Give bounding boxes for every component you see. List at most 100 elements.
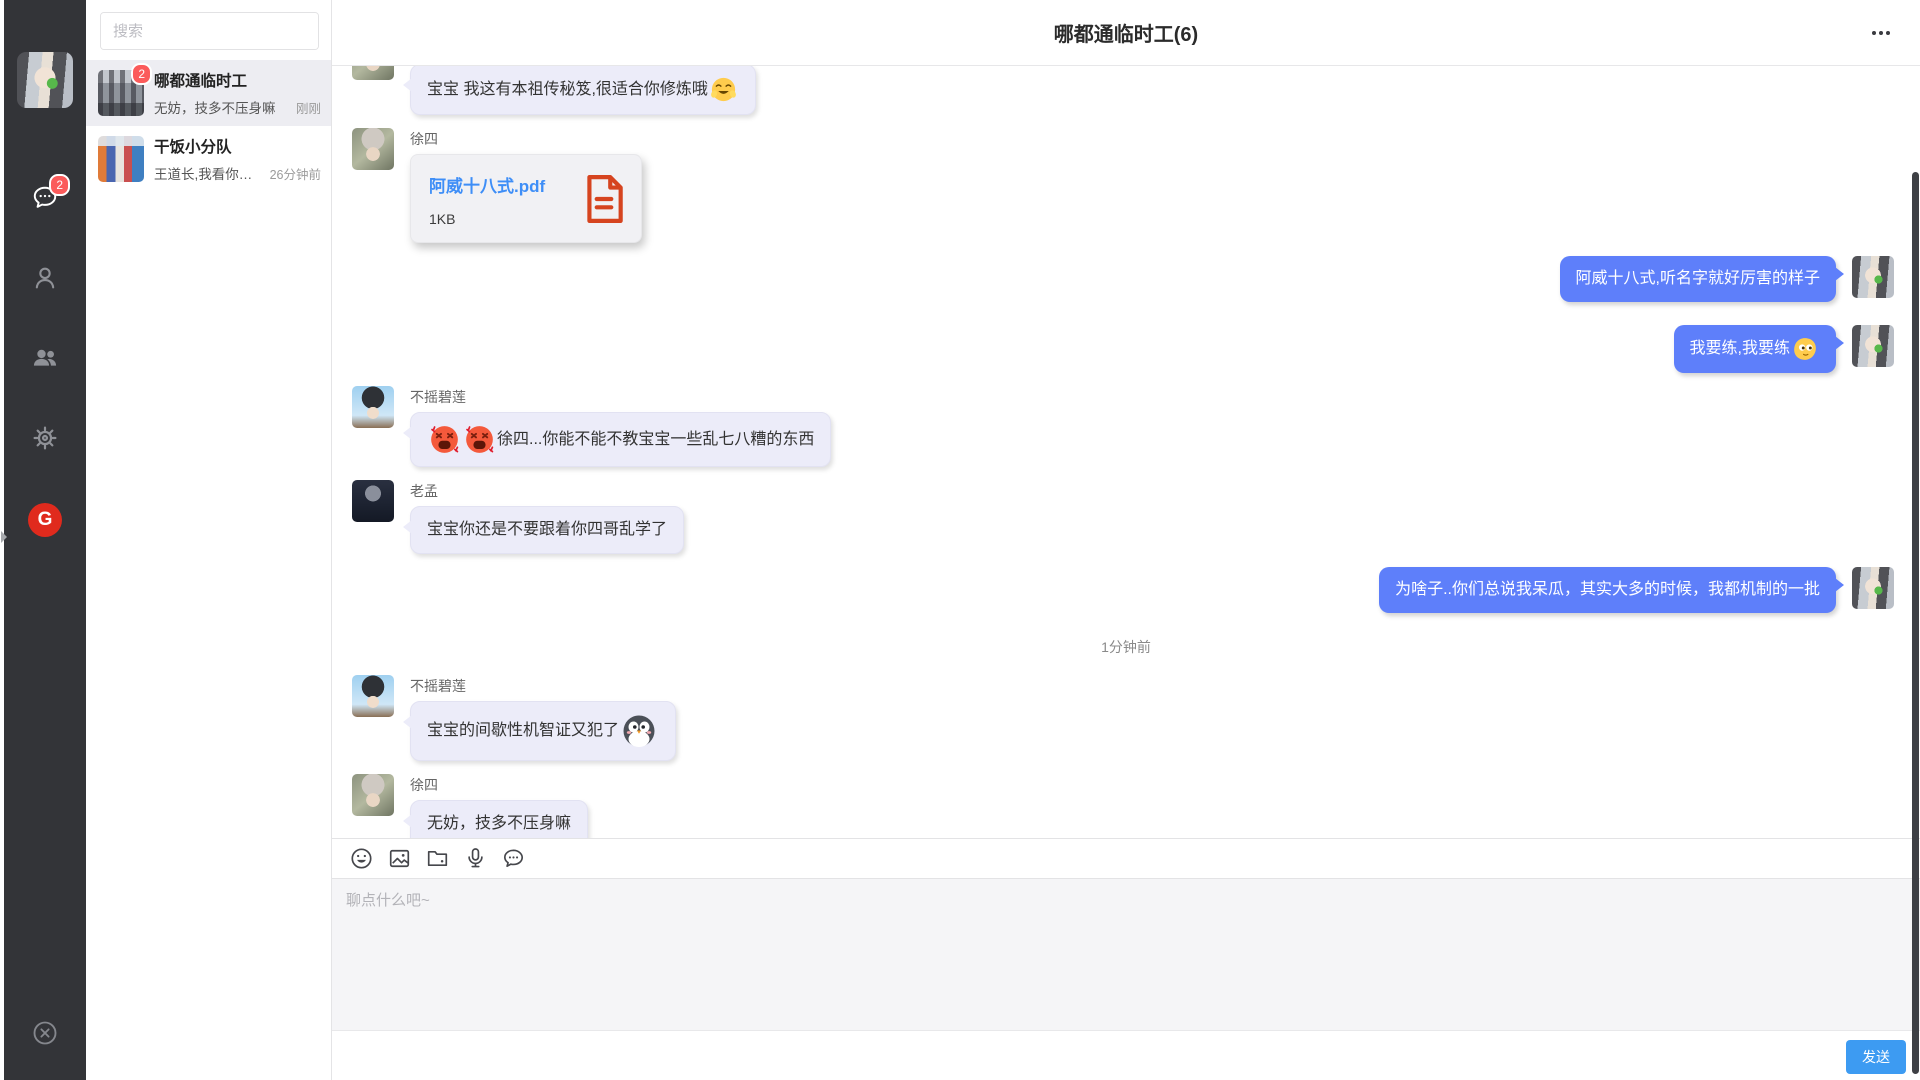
message-avatar[interactable]	[1852, 325, 1894, 367]
conversation-panel: 哪都通临时工(6) 宝宝 我这有本祖传秘笈,很适合你修炼哦 徐四阿威十八式.pd…	[332, 0, 1920, 1080]
message-content: 宝宝 我这有本祖传秘笈,很适合你修炼哦	[410, 66, 756, 115]
sender-name: 不摇碧莲	[410, 675, 676, 701]
message-row: 老孟宝宝你还是不要跟着你四哥乱学了	[332, 480, 1920, 554]
message-row: 宝宝 我这有本祖传秘笈,很适合你修炼哦	[332, 66, 1920, 115]
chat-history-icon[interactable]	[502, 847, 525, 870]
chat-avatar	[98, 136, 144, 182]
chat-list-item[interactable]: 干饭小分队王道长,我看你才… 26分钟前	[86, 126, 331, 192]
message-row: 我要练,我要练	[332, 325, 1920, 373]
g-logo-icon: G	[28, 503, 62, 537]
settings-gear-icon	[31, 424, 59, 457]
message-text: 我要练,我要练	[1690, 337, 1790, 361]
chat-list-item[interactable]: 2哪都通临时工无妨，技多不压身嘛刚刚	[86, 60, 331, 126]
sender-name: 老孟	[410, 480, 684, 506]
message-input[interactable]	[332, 879, 1920, 1030]
message-bubble: 无妨，技多不压身嘛	[410, 800, 588, 838]
message-avatar[interactable]	[352, 675, 394, 717]
message-content: 阿威十八式,听名字就好厉害的样子	[1560, 256, 1836, 302]
message-text: 宝宝你还是不要跟着你四哥乱学了	[427, 518, 667, 542]
message-bubble: 为啥子..你们总说我呆瓜，其实大多的时候，我都机制的一批	[1379, 567, 1836, 613]
unread-badge: 2	[131, 63, 152, 85]
emoji-smile-icon[interactable]	[350, 847, 373, 870]
message-bubble: 宝宝你还是不要跟着你四哥乱学了	[410, 506, 684, 554]
chat-title: 哪都通临时工	[154, 69, 321, 91]
app-window: 2G 2哪都通临时工无妨，技多不压身嘛刚刚干饭小分队王道长,我看你才…26分钟前…	[0, 0, 1920, 1080]
sidebar-item-groups-icon[interactable]	[4, 320, 86, 400]
message-content: 为啥子..你们总说我呆瓜，其实大多的时候，我都机制的一批	[1379, 567, 1836, 613]
sidebar-collapse-arrow[interactable]	[1, 531, 7, 543]
sidebar-nav: 2G	[4, 160, 86, 560]
message-avatar[interactable]	[1852, 567, 1894, 609]
sender-name: 不摇碧莲	[410, 386, 831, 412]
unread-badge: 2	[49, 174, 70, 196]
folder-icon[interactable]	[426, 847, 449, 870]
timestamp-divider: 1分钟前	[332, 637, 1920, 657]
conversation-title: 哪都通临时工(6)	[1054, 18, 1198, 47]
user-avatar[interactable]	[17, 52, 73, 108]
chat-list-panel: 2哪都通临时工无妨，技多不压身嘛刚刚干饭小分队王道长,我看你才…26分钟前	[86, 0, 332, 1080]
message-avatar[interactable]	[352, 480, 394, 522]
microphone-icon[interactable]	[464, 847, 487, 870]
close-circle-icon	[31, 1034, 59, 1051]
groups-icon	[31, 344, 59, 377]
hug-face	[710, 76, 737, 103]
search-bar	[100, 12, 319, 50]
message-text: 无妨，技多不压身嘛	[427, 812, 571, 836]
chat-time: 刚刚	[296, 98, 321, 117]
conversation-header: 哪都通临时工(6)	[332, 0, 1920, 66]
sender-name: 徐四	[410, 774, 588, 800]
contacts-icon	[31, 264, 59, 297]
sidebar-item-g-logo-icon[interactable]: G	[4, 480, 86, 560]
message-avatar[interactable]	[352, 386, 394, 428]
rage-face	[429, 424, 460, 455]
message-bubble: 宝宝的间歇性机智证又犯了	[410, 701, 676, 761]
message-text: 为啥子..你们总说我呆瓜，其实大多的时候，我都机制的一批	[1395, 578, 1820, 602]
sidebar-item-settings-gear-icon[interactable]	[4, 400, 86, 480]
message-text: 宝宝 我这有本祖传秘笈,很适合你修炼哦	[427, 78, 708, 102]
scrollbar-thumb[interactable]	[1912, 172, 1919, 1074]
message-row: 徐四无妨，技多不压身嘛	[332, 774, 1920, 838]
message-text: 徐四...你能不能不教宝宝一些乱七八糟的东西	[497, 428, 814, 452]
message-bubble: 我要练,我要练	[1674, 325, 1836, 373]
message-bubble: 宝宝 我这有本祖传秘笈,很适合你修炼哦	[410, 66, 756, 115]
sidebar: 2G	[4, 0, 86, 1080]
message-avatar[interactable]	[352, 66, 394, 80]
chat-preview: 无妨，技多不压身嘛	[154, 97, 290, 117]
message-avatar[interactable]	[1852, 256, 1894, 298]
chat-list: 2哪都通临时工无妨，技多不压身嘛刚刚干饭小分队王道长,我看你才…26分钟前	[86, 60, 331, 192]
message-row: 徐四阿威十八式.pdf1KB	[332, 128, 1920, 243]
message-content: 不摇碧莲宝宝的间歇性机智证又犯了	[410, 675, 676, 761]
message-row: 不摇碧莲 徐四...你能不能不教宝宝一些乱七八糟的东西	[332, 386, 1920, 467]
chat-title: 干饭小分队	[154, 135, 321, 157]
message-avatar[interactable]	[352, 774, 394, 816]
sidebar-item-contacts-icon[interactable]	[4, 240, 86, 320]
search-input[interactable]	[101, 13, 319, 49]
chat-preview: 王道长,我看你才…	[154, 163, 264, 183]
melting-face	[1792, 336, 1818, 362]
message-row: 阿威十八式,听名字就好厉害的样子	[332, 256, 1920, 302]
sender-name: 徐四	[410, 128, 642, 154]
sidebar-item-chat-bubble-icon[interactable]: 2	[4, 160, 86, 240]
pdf-file-icon	[583, 174, 625, 224]
rage-face	[464, 424, 495, 455]
chat-avatar: 2	[98, 70, 144, 116]
file-name[interactable]: 阿威十八式.pdf	[429, 172, 571, 197]
composer-toolbar	[332, 838, 1920, 878]
composer-input-area	[332, 878, 1920, 1030]
message-content: 我要练,我要练	[1674, 325, 1836, 373]
chat-time: 26分钟前	[270, 164, 321, 183]
message-bubble: 阿威十八式,听名字就好厉害的样子	[1560, 256, 1836, 302]
message-text: 宝宝的间歇性机智证又犯了	[427, 719, 619, 743]
message-content: 老孟宝宝你还是不要跟着你四哥乱学了	[410, 480, 684, 554]
more-ellipsis-icon[interactable]	[1864, 16, 1898, 50]
message-content: 不摇碧莲 徐四...你能不能不教宝宝一些乱七八糟的东西	[410, 386, 831, 467]
message-bubble: 徐四...你能不能不教宝宝一些乱七八糟的东西	[410, 412, 831, 467]
penguin-sticker	[621, 713, 657, 749]
file-message-card[interactable]: 阿威十八式.pdf1KB	[410, 154, 642, 243]
message-avatar[interactable]	[352, 128, 394, 170]
message-row: 不摇碧莲宝宝的间歇性机智证又犯了	[332, 675, 1920, 761]
message-content: 徐四无妨，技多不压身嘛	[410, 774, 588, 838]
image-icon[interactable]	[388, 847, 411, 870]
send-button[interactable]: 发送	[1846, 1040, 1906, 1074]
sidebar-exit-button[interactable]	[31, 1019, 59, 1052]
